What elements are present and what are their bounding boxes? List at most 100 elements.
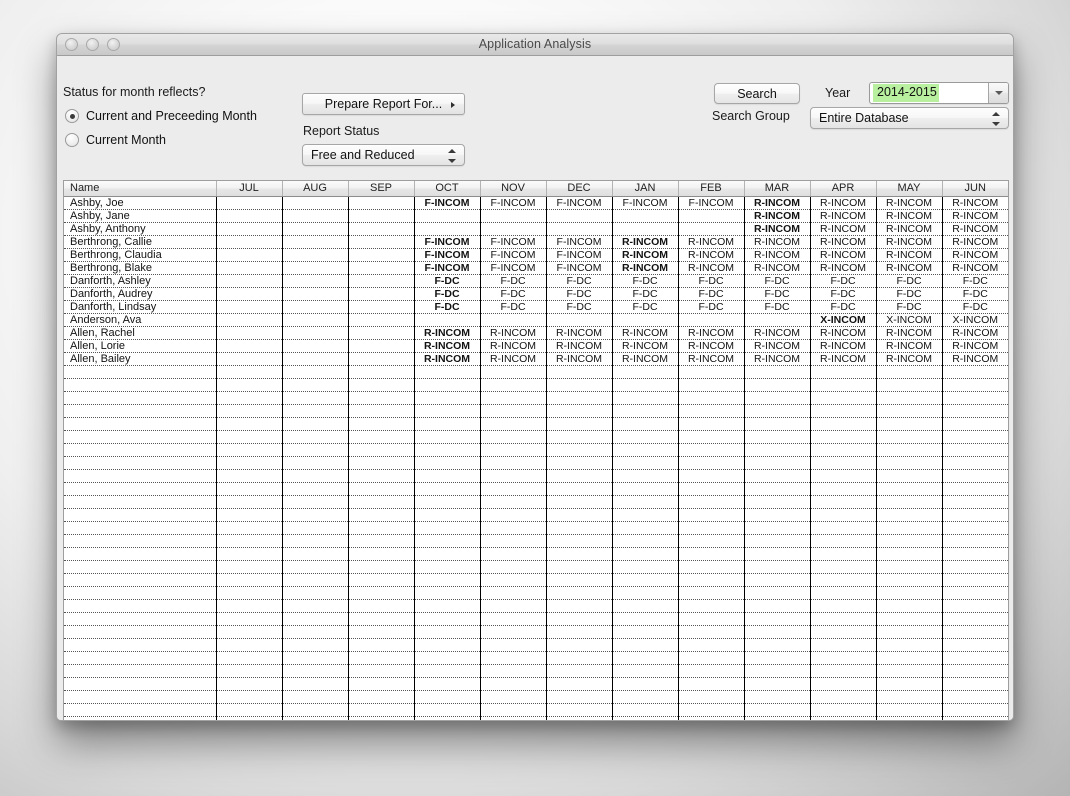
cell-sep (348, 235, 415, 249)
cell-empty (282, 508, 349, 522)
cell-empty (612, 651, 679, 665)
cell-empty (216, 391, 283, 405)
prepare-report-for-button[interactable]: Prepare Report For... (302, 93, 465, 115)
cell-aug (282, 274, 349, 288)
stepper-updown-icon[interactable] (448, 149, 457, 163)
table-row-empty[interactable] (64, 625, 1008, 639)
cell-jun: X-INCOM (942, 313, 1008, 327)
cell-empty (810, 547, 877, 561)
table-row[interactable]: Berthrong, Callie F-INCOM F-INCOM F-INCOM R-… (64, 235, 1008, 249)
table-row-empty[interactable] (64, 573, 1008, 587)
column-header-may[interactable]: MAY (876, 181, 943, 197)
table-row-empty[interactable] (64, 638, 1008, 652)
table-row-empty[interactable] (64, 534, 1008, 548)
column-header-jan[interactable]: JAN (612, 181, 679, 197)
report-status-select[interactable]: Free and Reduced (302, 144, 465, 166)
table-row-empty[interactable] (64, 404, 1008, 418)
column-header-name[interactable]: Name (64, 181, 217, 197)
cell-apr: R-INCOM (810, 339, 877, 353)
column-header-aug[interactable]: AUG (282, 181, 349, 197)
table-row[interactable]: Allen, Bailey R-INCOM R-INCOM R-INCOM R-INCO… (64, 352, 1008, 366)
stepper-updown-icon[interactable] (992, 112, 1001, 126)
column-header-dec[interactable]: DEC (546, 181, 613, 197)
search-group-select[interactable]: Entire Database (810, 107, 1009, 129)
column-header-mar[interactable]: MAR (744, 181, 811, 197)
cell-jun: F-DC (942, 300, 1008, 314)
table-row[interactable]: Danforth, Audrey F-DC F-DC F-DC F-DC F-DC F-DC… (64, 287, 1008, 301)
column-header-oct[interactable]: OCT (414, 181, 481, 197)
cell-empty (744, 612, 811, 626)
table-row-empty[interactable] (64, 547, 1008, 561)
cell-empty (414, 508, 481, 522)
table-row-empty[interactable] (64, 391, 1008, 405)
table-row[interactable]: Ashby, Jane R-INCOM R-INCOM R-INCOM R-INCOM (64, 209, 1008, 223)
cell-jan: F-DC (612, 300, 679, 314)
radio-current-and-preceeding-month[interactable]: Current and Preceeding Month (65, 109, 257, 123)
table-row-empty[interactable] (64, 560, 1008, 574)
chevron-down-icon[interactable] (988, 83, 1008, 103)
cell-empty (612, 365, 679, 379)
cell-empty (64, 651, 217, 665)
cell-empty (282, 651, 349, 665)
column-header-jun[interactable]: JUN (942, 181, 1008, 197)
table-row-empty[interactable] (64, 612, 1008, 626)
cell-empty (414, 495, 481, 509)
table-row-empty[interactable] (64, 495, 1008, 509)
cell-empty (64, 443, 217, 457)
table-row-empty[interactable] (64, 443, 1008, 457)
application-analysis-table[interactable]: Name JUL AUG SEP OCT NOV DEC JAN FEB MAR APR MAY JUN… (63, 180, 1009, 720)
table-row-empty[interactable] (64, 469, 1008, 483)
cell-empty (612, 521, 679, 535)
table-row[interactable]: Ashby, Joe F-INCOM F-INCOM F-INCOM F-INCOM F-… (64, 196, 1008, 210)
column-header-feb[interactable]: FEB (678, 181, 745, 197)
table-row-empty[interactable] (64, 456, 1008, 470)
table-row[interactable]: Anderson, Ava X-INCOM X-INCOM X-INCOM (64, 313, 1008, 327)
cell-empty (744, 443, 811, 457)
cell-empty (64, 534, 217, 548)
table-row-empty[interactable] (64, 664, 1008, 678)
table-row[interactable]: Danforth, Lindsay F-DC F-DC F-DC F-DC F-DC F-D… (64, 300, 1008, 314)
cell-empty (546, 690, 613, 704)
cell-jan (612, 222, 679, 236)
table-row-empty[interactable] (64, 690, 1008, 704)
cell-dec: F-DC (546, 287, 613, 301)
cell-empty (480, 404, 547, 418)
radio-button-icon[interactable] (65, 133, 79, 147)
cell-empty (64, 638, 217, 652)
table-row-empty[interactable] (64, 586, 1008, 600)
table-row-empty[interactable] (64, 521, 1008, 535)
table-row-empty[interactable] (64, 378, 1008, 392)
table-row-empty[interactable] (64, 430, 1008, 444)
table-row-empty[interactable] (64, 482, 1008, 496)
table-row[interactable]: Berthrong, Claudia F-INCOM F-INCOM F-INCOM R… (64, 248, 1008, 262)
radio-button-icon[interactable] (65, 109, 79, 123)
cell-empty (216, 638, 283, 652)
table-row-empty[interactable] (64, 677, 1008, 691)
column-header-sep[interactable]: SEP (348, 181, 415, 197)
cell-sep (348, 274, 415, 288)
cell-apr: F-DC (810, 287, 877, 301)
table-row[interactable]: Allen, Lorie R-INCOM R-INCOM R-INCOM R-INCOM… (64, 339, 1008, 353)
column-header-apr[interactable]: APR (810, 181, 877, 197)
table-row-empty[interactable] (64, 716, 1008, 720)
cell-empty (480, 716, 547, 720)
cell-jun: R-INCOM (942, 222, 1008, 236)
column-header-jul[interactable]: JUL (216, 181, 283, 197)
radio-current-month[interactable]: Current Month (65, 133, 166, 147)
column-header-nov[interactable]: NOV (480, 181, 547, 197)
table-row[interactable]: Ashby, Anthony R-INCOM R-INCOM R-INCOM R-INC… (64, 222, 1008, 236)
table-row[interactable]: Berthrong, Blake F-INCOM F-INCOM F-INCOM R-I… (64, 261, 1008, 275)
table-row-empty[interactable] (64, 651, 1008, 665)
cell-empty (546, 521, 613, 535)
table-row-empty[interactable] (64, 365, 1008, 379)
year-combobox[interactable]: 2014-2015 (869, 82, 1009, 104)
window-titlebar[interactable]: Application Analysis (57, 34, 1013, 56)
year-value[interactable]: 2014-2015 (873, 84, 939, 102)
search-button[interactable]: Search (714, 83, 800, 104)
table-row-empty[interactable] (64, 508, 1008, 522)
table-row-empty[interactable] (64, 703, 1008, 717)
table-row[interactable]: Allen, Rachel R-INCOM R-INCOM R-INCOM R-INCO… (64, 326, 1008, 340)
table-row-empty[interactable] (64, 599, 1008, 613)
table-row[interactable]: Danforth, Ashley F-DC F-DC F-DC F-DC F-DC F-DC… (64, 274, 1008, 288)
table-row-empty[interactable] (64, 417, 1008, 431)
